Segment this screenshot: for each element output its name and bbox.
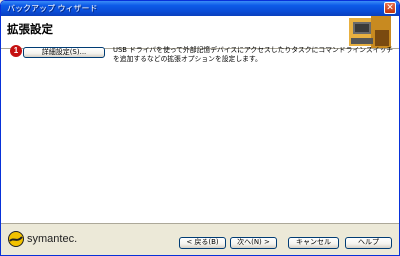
wizard-header: 拡張設定 <box>1 16 399 49</box>
backup-computer-icon <box>349 16 391 48</box>
cancel-button[interactable]: キャンセル <box>288 237 339 249</box>
advanced-settings-button[interactable]: 詳細設定(S)... <box>23 47 105 58</box>
step-badge: 1 <box>10 45 22 57</box>
description-text: USB ドライバを使って外部記憶デバイスにアクセスしたりタスクにコマンドラインス… <box>113 46 394 63</box>
title-bar[interactable]: バックアップ ウィザード ✕ <box>1 1 399 16</box>
symantec-logo-icon <box>8 231 24 247</box>
help-button[interactable]: ヘルプ <box>345 237 392 249</box>
backup-wizard-window: バックアップ ウィザード ✕ 拡張設定 1 詳細設定(S)... USB ドライ… <box>0 0 400 256</box>
symantec-logo-text: symantec. <box>27 233 78 245</box>
next-button[interactable]: 次へ(N) > <box>230 237 277 249</box>
close-icon: ✕ <box>386 3 394 13</box>
separator <box>1 223 399 224</box>
back-button[interactable]: < 戻る(B) <box>179 237 226 249</box>
content-area <box>1 49 399 223</box>
page-title: 拡張設定 <box>7 22 53 36</box>
close-button[interactable]: ✕ <box>384 2 396 14</box>
window-title: バックアップ ウィザード <box>7 4 98 13</box>
